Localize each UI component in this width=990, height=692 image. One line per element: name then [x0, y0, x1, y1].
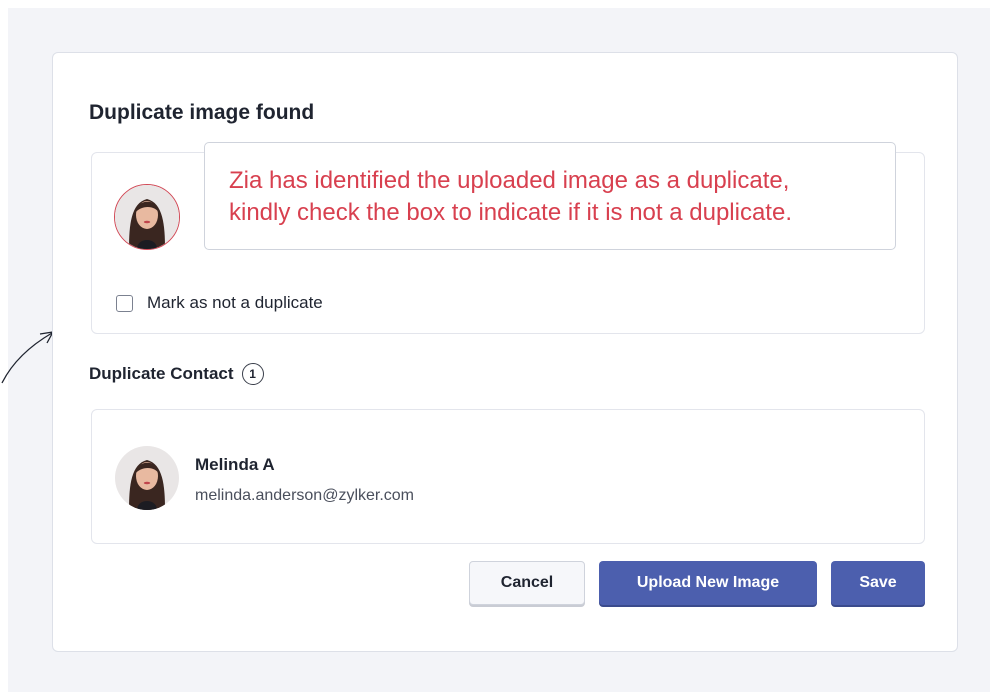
duplicate-image-dialog: Duplicate image found Mark as not a dupl… — [52, 52, 958, 652]
dialog-title: Duplicate image found — [89, 101, 315, 124]
duplicate-count-badge: 1 — [241, 363, 264, 385]
uploaded-image — [114, 184, 180, 250]
callout-line-1: Zia has identified the uploaded image as… — [229, 167, 790, 194]
duplicate-contact-label: Duplicate Contact — [89, 364, 234, 383]
woman-portrait-icon — [115, 185, 179, 249]
contact-name: Melinda A — [195, 455, 275, 474]
not-duplicate-checkbox-row[interactable]: Mark as not a duplicate — [116, 293, 323, 313]
not-duplicate-label: Mark as not a duplicate — [147, 293, 323, 312]
cancel-button[interactable]: Cancel — [469, 561, 585, 605]
upload-new-image-button[interactable]: Upload New Image — [599, 561, 817, 605]
callout-line-2: kindly check the box to indicate if it i… — [229, 199, 792, 226]
save-button[interactable]: Save — [831, 561, 925, 605]
duplicate-contact-card[interactable]: Melinda A melinda.anderson@zylker.com — [91, 409, 925, 544]
zia-callout: Zia has identified the uploaded image as… — [204, 142, 896, 250]
annotation-arrow — [1, 331, 55, 384]
woman-portrait-icon — [115, 446, 179, 510]
not-duplicate-checkbox[interactable] — [116, 294, 133, 312]
duplicate-contact-heading: Duplicate Contact 1 — [89, 363, 264, 385]
contact-email: melinda.anderson@zylker.com — [195, 487, 415, 504]
contact-avatar — [115, 446, 179, 510]
